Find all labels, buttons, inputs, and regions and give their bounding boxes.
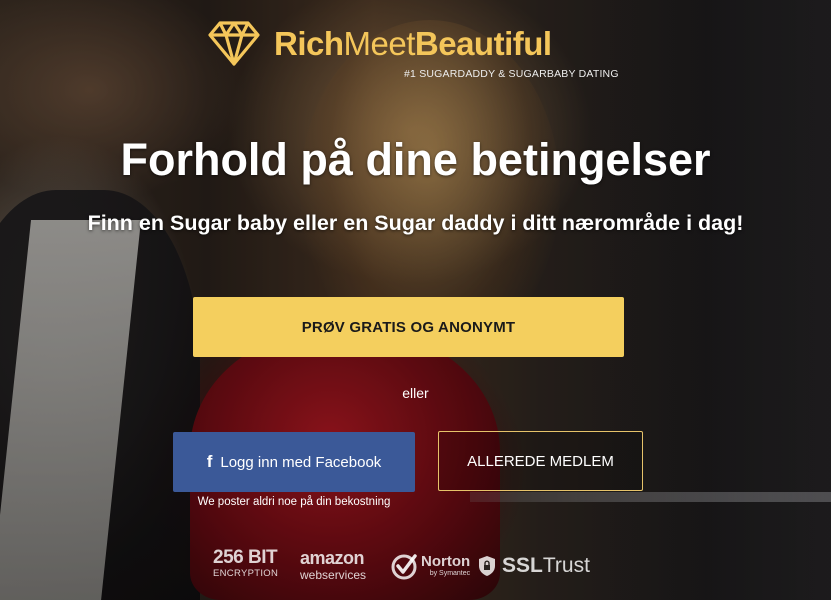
diamond-icon	[208, 21, 260, 66]
try-free-button[interactable]: PRØV GRATIS OG ANONYMT	[193, 297, 624, 357]
encryption-badge: 256 BIT ENCRYPTION	[213, 547, 279, 580]
shield-lock-icon	[479, 556, 495, 576]
hero-headline: Forhold på dine betingelser	[120, 134, 711, 185]
already-member-button[interactable]: ALLEREDE MEDLEM	[438, 431, 643, 491]
aws-badge: amazon webservices	[300, 548, 367, 582]
site-logo[interactable]: RichMeetBeautiful #1 SUGARDADDY & SUGARB…	[208, 20, 619, 82]
brand-tagline: #1 SUGARDADDY & SUGARBABY DATING	[404, 68, 619, 80]
facebook-login-label: Logg inn med Facebook	[220, 453, 382, 471]
facebook-icon: f	[206, 452, 213, 471]
ssl-trust-badge: SSLTrust	[478, 554, 590, 578]
checkmark-icon	[391, 554, 417, 580]
facebook-login-button[interactable]: f Logg inn med Facebook	[173, 432, 415, 492]
hero-subheadline: Finn en Sugar baby eller en Sugar daddy …	[87, 211, 744, 235]
norton-badge: Norton by Symantec	[390, 552, 470, 580]
trust-badges: 256 BIT ENCRYPTION amazon webservices No…	[210, 548, 620, 588]
or-divider-text: eller	[402, 385, 429, 401]
facebook-privacy-note: We poster aldri noe på din bekostning	[197, 496, 391, 508]
brand-name: RichMeetBeautiful	[274, 25, 552, 62]
